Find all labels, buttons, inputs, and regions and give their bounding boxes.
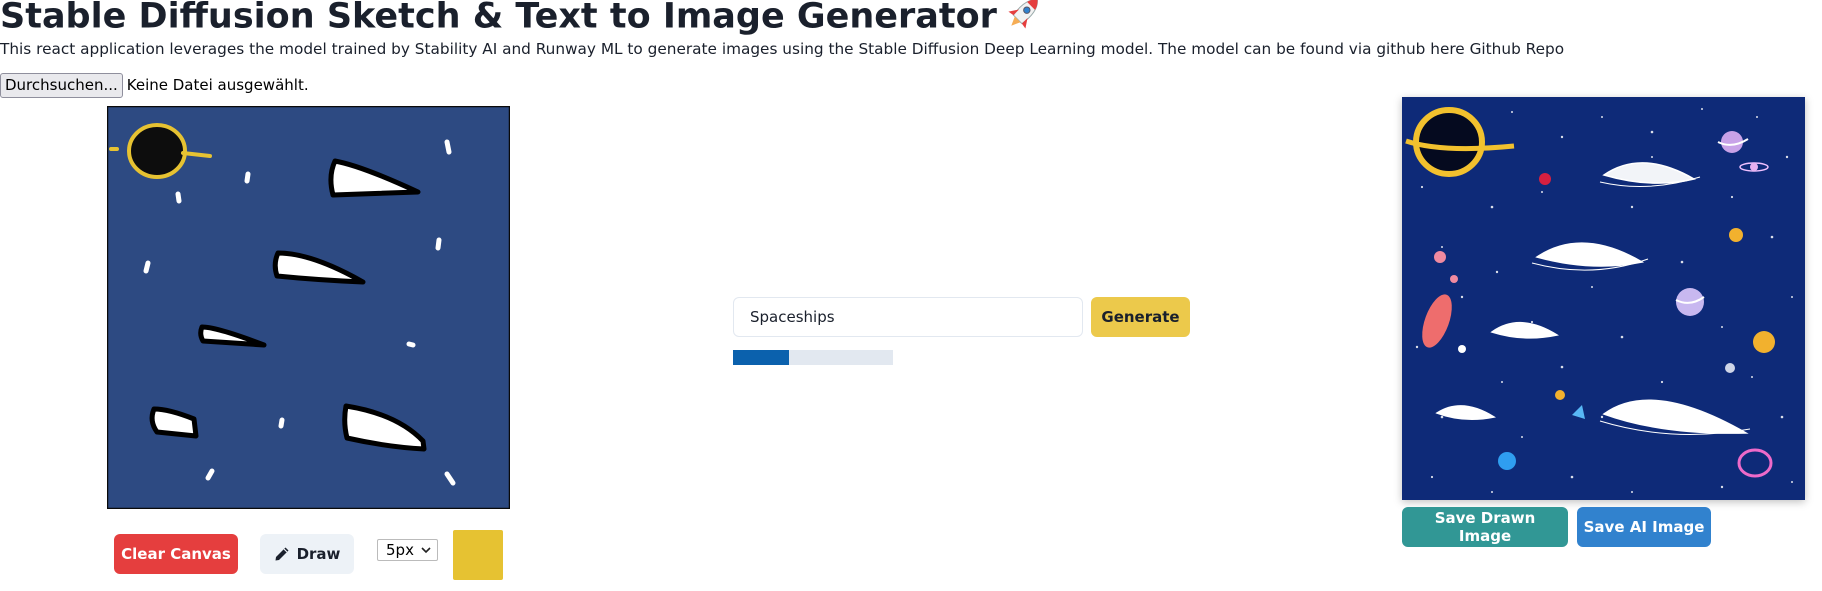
browse-file-button[interactable]: Durchsuchen... (0, 72, 123, 98)
prompt-input[interactable] (733, 297, 1083, 337)
brush-size-select[interactable]: 5px (377, 539, 438, 561)
brush-size-value: 5px (386, 541, 414, 559)
draw-button[interactable]: Draw (260, 534, 354, 574)
generate-button[interactable]: Generate (1091, 297, 1190, 337)
clear-canvas-button[interactable]: Clear Canvas (114, 534, 238, 574)
progress-bar (733, 350, 893, 365)
brush-color-swatch[interactable] (453, 530, 503, 580)
pencil-icon (275, 547, 289, 561)
title-text: Stable Diffusion Sketch & Text to Image … (0, 0, 997, 37)
progress-fill (733, 350, 789, 365)
file-status-text: Keine Datei ausgewählt. (126, 76, 309, 94)
page-title: Stable Diffusion Sketch & Text to Image … (0, 0, 1045, 43)
ai-generated-image (1402, 97, 1805, 500)
app-description: This react application leverages the mod… (0, 40, 1565, 58)
rocket-icon (1003, 0, 1045, 43)
save-ai-image-button[interactable]: Save AI Image (1577, 507, 1711, 547)
sketch-canvas[interactable] (107, 106, 510, 509)
save-drawn-image-button[interactable]: Save Drawn Image (1402, 507, 1568, 547)
chevron-down-icon (421, 547, 431, 554)
draw-button-label: Draw (296, 545, 341, 563)
file-input: Durchsuchen... Keine Datei ausgewählt. (0, 72, 309, 98)
